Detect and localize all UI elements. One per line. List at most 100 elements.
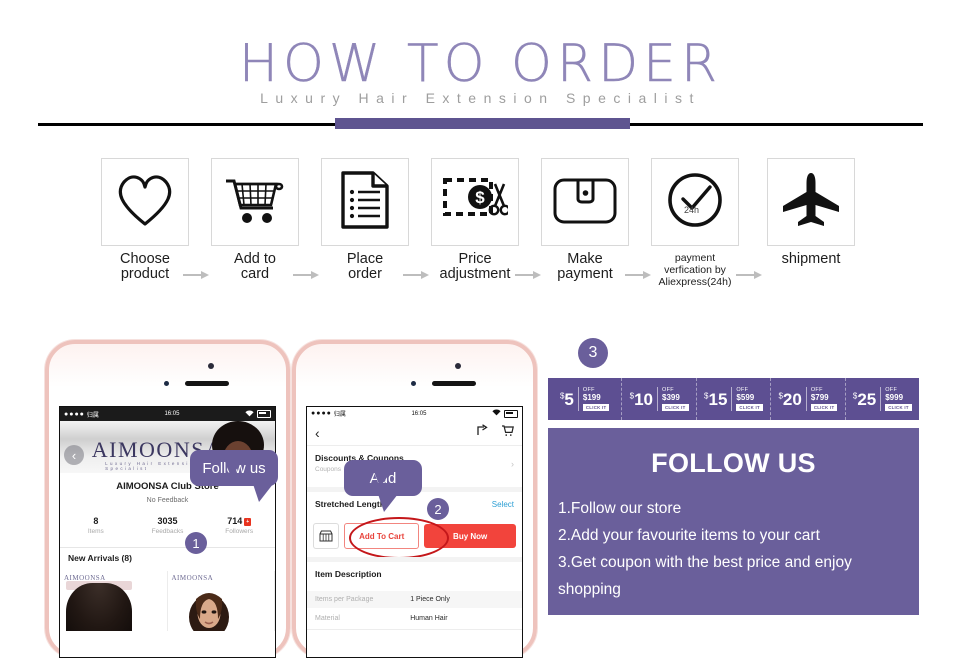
step-label-line2: order: [348, 266, 382, 282]
step-badge-label: 1: [192, 535, 200, 551]
coupon-details: OFF $399 CLICK IT: [657, 387, 689, 411]
thumbnail-watermark: AIMOONSA: [64, 574, 106, 582]
coupon-value: 10: [634, 389, 654, 409]
coupon-click-button[interactable]: CLICK IT: [582, 404, 610, 411]
stat-followers[interactable]: 714 + Followers: [203, 513, 275, 547]
new-arrivals-title: New Arrivals (8): [68, 553, 132, 563]
back-button[interactable]: ‹: [315, 426, 320, 440]
heart-icon: [114, 172, 176, 233]
step-arrow-icon: [736, 270, 762, 280]
coupon-click-button[interactable]: CLICK IT: [662, 404, 689, 411]
buy-now-button[interactable]: Buy Now: [424, 524, 516, 548]
tooltip-tail: [378, 494, 398, 512]
coupon-details: OFF $999 CLICK IT: [880, 387, 912, 411]
phone-camera-icon: [455, 363, 461, 369]
step-label-line1: Add to: [234, 251, 276, 267]
back-button[interactable]: ‹: [64, 445, 84, 465]
step-badge-label: 3: [588, 344, 598, 361]
section-divider: [307, 629, 522, 630]
coupon-threshold: $799: [810, 393, 829, 402]
step-label-line2: verfication by: [664, 264, 726, 276]
description-value: 1 Piece Only: [410, 596, 450, 603]
step-label: Place order: [319, 252, 411, 282]
coupon-value: 25: [857, 389, 877, 409]
stat-value: 8: [93, 516, 99, 526]
feedback-note: No Feedback: [146, 497, 189, 504]
step-label: Choose product: [99, 252, 191, 282]
phone-mockup-store: ●●●● 归属 16:05 AIMOONSA Luxury Hair Exten…: [45, 340, 290, 658]
phone-sensor-icon: [164, 381, 169, 386]
step-label-line2: adjustment: [439, 266, 511, 282]
follow-us-title: FOLLOW US: [651, 448, 816, 478]
coupon-value: 5: [564, 389, 574, 409]
step-price-adjustment: $ Price adjustment: [429, 158, 521, 282]
product-navbar: ‹: [307, 421, 522, 445]
phone-speaker: [432, 381, 476, 386]
step-arrow-icon: [293, 270, 319, 280]
step-label: shipment: [765, 252, 857, 267]
description-row: Items per Package 1 Piece Only: [307, 591, 522, 608]
status-bar-left: ●●●● 归属: [311, 409, 346, 418]
step-label: Price adjustment: [429, 252, 521, 282]
coupon-item[interactable]: $25 OFF $999 CLICK IT: [846, 378, 919, 420]
coupon-scissors-icon: $: [442, 172, 511, 233]
coupon-click-button[interactable]: CLICK IT: [885, 404, 912, 411]
carrier-label: 归属: [333, 412, 346, 418]
step-icon-box: [541, 158, 629, 246]
status-bar: ●●●● 归属 16:05: [307, 407, 522, 421]
coupon-amount: $5: [560, 391, 574, 408]
coupon-threshold: $999: [885, 393, 904, 402]
page-title: HOW TO ORDER: [238, 34, 723, 94]
add-to-cart-button[interactable]: Add To Cart: [344, 523, 420, 549]
follow-step: 3.Get coupon with the best price and enj…: [558, 554, 852, 571]
step-icon-box: $: [431, 158, 519, 246]
stat-label: Followers: [225, 528, 254, 535]
coupon-value: 15: [708, 389, 728, 409]
description-key: Items per Package: [315, 596, 374, 603]
coupon-item[interactable]: $15 OFF $599 CLICK IT: [697, 378, 772, 420]
thumbnail-watermark: AIMOONSA: [171, 574, 214, 582]
action-button-row: Add To Cart Buy Now: [307, 521, 522, 551]
product-thumbnail[interactable]: AIMOONSA: [168, 571, 275, 631]
step-label-line1: Make: [567, 251, 603, 267]
step-badge-3: 3: [578, 338, 608, 368]
coupon-item[interactable]: $20 OFF $799 CLICK IT: [771, 378, 846, 420]
carrier-label: 归属: [86, 412, 99, 419]
coupon-click-button[interactable]: CLICK IT: [810, 404, 838, 411]
phone-speaker: [185, 381, 229, 386]
tooltip-add: Add: [344, 460, 422, 512]
signal-dots-icon: ●●●●: [64, 410, 85, 418]
coupon-details: OFF $199 CLICK IT: [577, 387, 610, 411]
coupon-threshold: $599: [736, 393, 755, 402]
step-badge-1: 1: [185, 532, 207, 554]
coupon-amount: $10: [630, 391, 653, 408]
stat-value: 3035: [157, 516, 178, 526]
follow-plus-badge[interactable]: +: [244, 517, 252, 526]
chevron-right-icon[interactable]: ›: [511, 459, 514, 469]
step-badge-2: 2: [427, 498, 449, 520]
section-divider: [307, 557, 522, 562]
product-thumbnails: AIMOONSA AIMOONSA: [60, 571, 275, 631]
step-arrow-icon: [183, 270, 209, 280]
stat-label: Items: [87, 528, 104, 535]
step-arrow-icon: [625, 270, 651, 280]
section-divider: [307, 445, 522, 446]
step-icon-box: [321, 158, 409, 246]
status-time: 16:05: [164, 411, 180, 417]
share-icon[interactable]: [476, 424, 489, 442]
select-link[interactable]: Select: [492, 500, 514, 509]
coupon-click-button[interactable]: CLICK IT: [736, 404, 763, 411]
clock-24h-text: 24h: [684, 205, 699, 215]
status-bar-right: [245, 410, 271, 419]
model-portrait-image: [182, 581, 236, 631]
coupon-item[interactable]: $10 OFF $399 CLICK IT: [622, 378, 697, 420]
step-shipment: shipment: [765, 158, 857, 267]
store-icon[interactable]: [313, 523, 339, 549]
tooltip-label: Follow us: [202, 459, 266, 477]
product-thumbnail[interactable]: AIMOONSA: [60, 571, 168, 631]
status-time: 16:05: [411, 410, 427, 417]
step-badge-label: 2: [434, 501, 442, 517]
cart-icon[interactable]: [501, 424, 514, 442]
coupon-item[interactable]: $5 OFF $199 CLICK IT: [548, 378, 623, 420]
stat-items: 8 Items: [60, 513, 132, 547]
